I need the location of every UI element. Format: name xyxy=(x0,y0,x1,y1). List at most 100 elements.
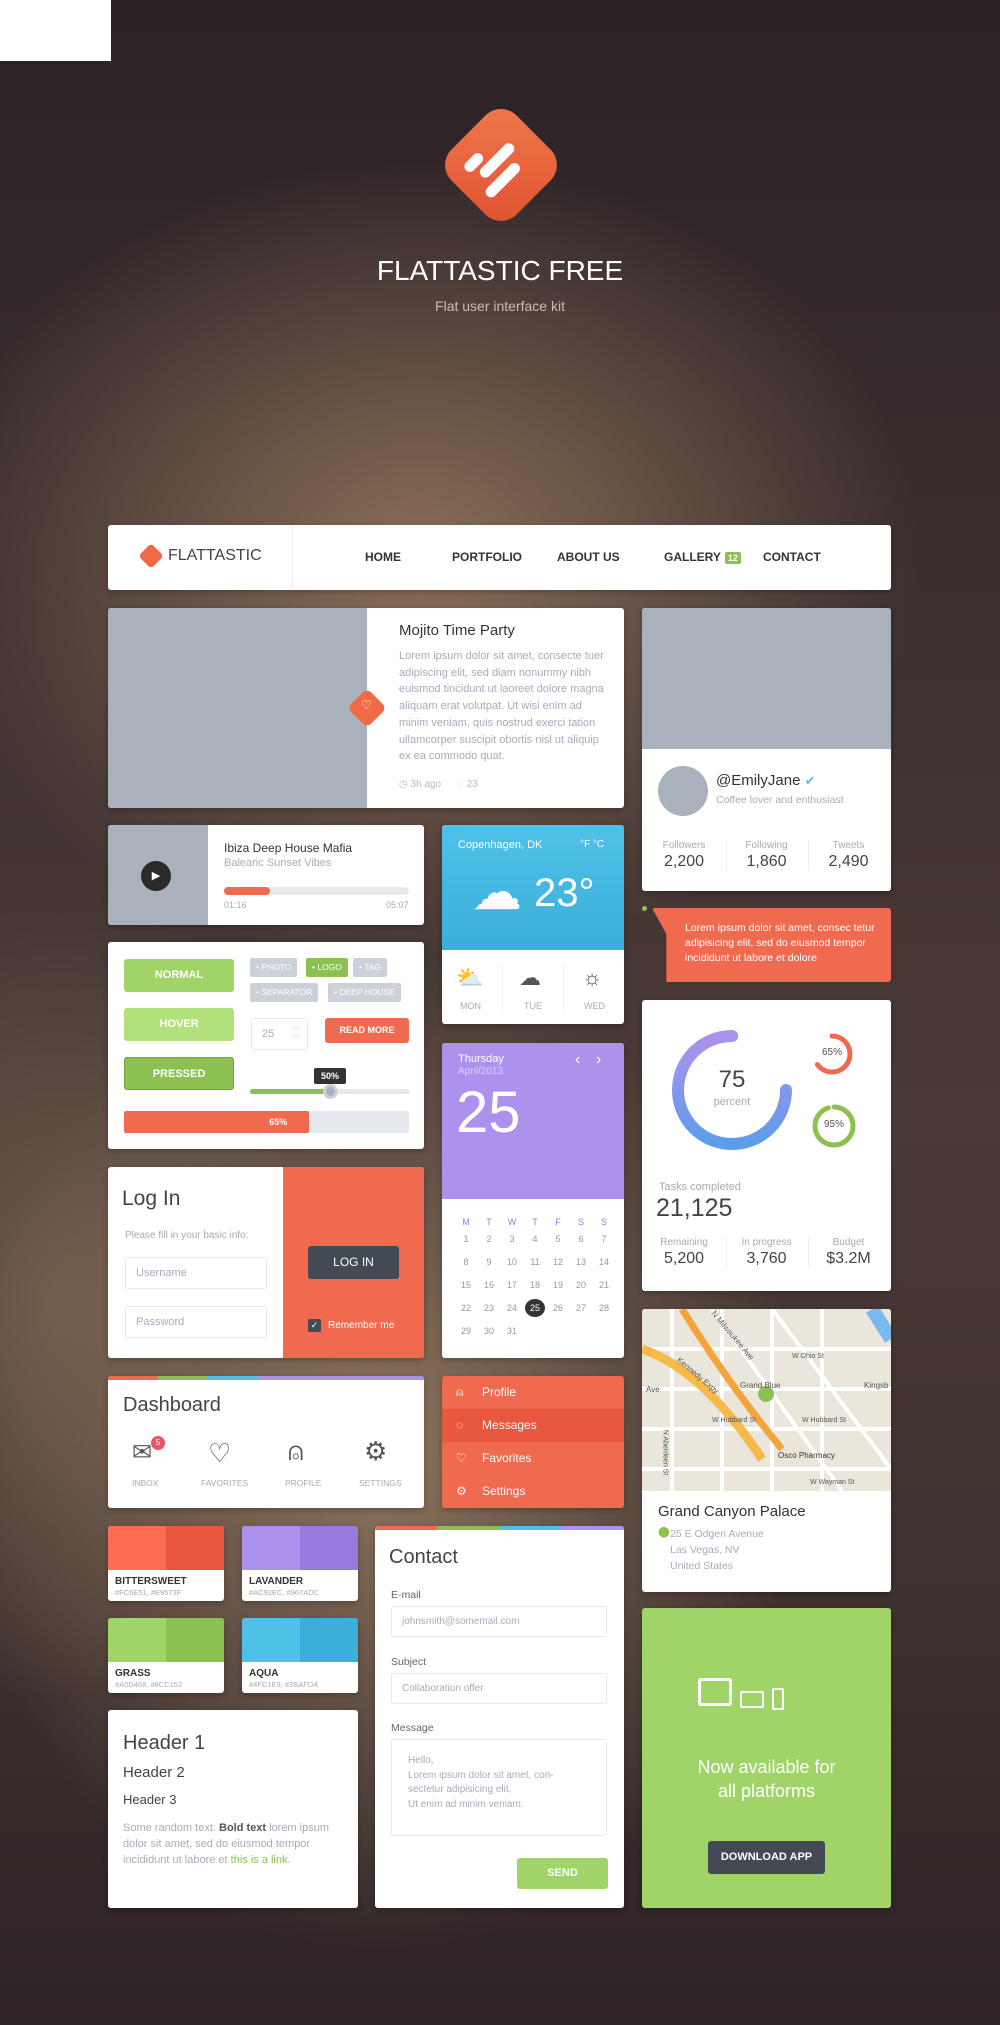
swatch-name: GRASS xyxy=(115,1668,151,1679)
play-button[interactable]: ▶ xyxy=(141,861,171,891)
calendar-day[interactable]: 14 xyxy=(594,1253,614,1271)
calendar-day[interactable]: 23 xyxy=(479,1299,499,1317)
profile-bio: Coffee lover and enthusiast xyxy=(716,794,844,806)
tag-photo[interactable]: • PHOTO xyxy=(250,958,298,977)
calendar-day[interactable]: 20 xyxy=(571,1276,591,1294)
subject-field[interactable]: Collaboration offer xyxy=(391,1673,607,1704)
tag-logo[interactable]: • LOGO xyxy=(306,958,348,977)
sun-icon: ☼ xyxy=(582,965,603,990)
contact-title: Contact xyxy=(389,1546,458,1568)
send-button[interactable]: SEND xyxy=(517,1858,608,1889)
nav-home[interactable]: HOME xyxy=(365,550,401,564)
menu-settings[interactable]: ⚙ Settings xyxy=(442,1475,624,1508)
promo-line: Now available for xyxy=(697,1757,836,1777)
calendar-day[interactable]: 6 xyxy=(571,1230,591,1248)
nav-about[interactable]: ABOUT US xyxy=(557,550,620,564)
calendar-day[interactable]: 9 xyxy=(479,1253,499,1271)
nav-gallery[interactable]: GALLERY 12 xyxy=(664,550,741,564)
progress-fill: 65% xyxy=(124,1111,310,1133)
swatch-hex: #AC92EC, #967ADC xyxy=(249,1588,320,1597)
calendar-day[interactable]: 30 xyxy=(479,1322,499,1340)
text: Some random text. xyxy=(123,1822,219,1834)
slider[interactable] xyxy=(250,1084,410,1099)
avatar[interactable] xyxy=(658,766,708,816)
hover-button[interactable]: HOVER xyxy=(124,1008,234,1041)
calendar-day[interactable]: 24 xyxy=(502,1299,522,1317)
calendar-day[interactable]: 3 xyxy=(502,1230,522,1248)
tag-tag[interactable]: • TAG xyxy=(353,958,388,977)
profile-handle: @EmilyJane ✔ xyxy=(716,772,816,789)
unit-toggle[interactable]: °F °C xyxy=(580,839,604,850)
calendar-day[interactable]: 13 xyxy=(571,1253,591,1271)
message-field[interactable]: Hello, Lorem ipsum dolor sit amet, con-se… xyxy=(391,1739,607,1836)
promo-line: all platforms xyxy=(717,1781,816,1801)
header-2: Header 2 xyxy=(123,1764,185,1781)
elapsed-time: 01:16 xyxy=(224,900,247,910)
calendar-day[interactable]: 26 xyxy=(548,1299,568,1317)
weekday-header: F xyxy=(555,1217,561,1227)
user-icon[interactable]: ⍝ xyxy=(288,1436,304,1468)
calendar-day[interactable]: 10 xyxy=(502,1253,522,1271)
stat-label: Budget xyxy=(832,1237,865,1248)
prev-month-button[interactable]: ‹ xyxy=(575,1051,580,1069)
read-more-button[interactable]: READ MORE xyxy=(325,1018,409,1043)
track-progress[interactable] xyxy=(224,887,409,895)
text-link[interactable]: this is a link. xyxy=(231,1854,291,1866)
tag-deep-house[interactable]: • DEEP HOUSE xyxy=(328,983,401,1002)
nav-portfolio[interactable]: PORTFOLIO xyxy=(452,550,522,564)
menu-messages[interactable]: ◌ Messages xyxy=(442,1409,624,1442)
calendar-day[interactable]: 29 xyxy=(456,1322,476,1340)
calendar-day[interactable]: 28 xyxy=(594,1299,614,1317)
nav-brand[interactable]: FLATTASTIC xyxy=(138,543,262,569)
calendar-day[interactable]: 1 xyxy=(456,1230,476,1248)
calendar-day-selected[interactable]: 25 xyxy=(525,1299,545,1317)
calendar-day[interactable]: 2 xyxy=(479,1230,499,1248)
normal-button[interactable]: NORMAL xyxy=(124,959,234,992)
login-button[interactable]: LOG IN xyxy=(308,1246,399,1279)
nav-contact[interactable]: CONTACT xyxy=(763,550,821,564)
calendar-day[interactable]: 7 xyxy=(594,1230,614,1248)
inbox-button[interactable]: ✉ xyxy=(132,1438,152,1467)
calendar-day[interactable]: 18 xyxy=(525,1276,545,1294)
gear-icon[interactable]: ⚙ xyxy=(364,1436,387,1467)
download-app-button[interactable]: DOWNLOAD APP xyxy=(708,1841,825,1874)
calendar-day[interactable]: 12 xyxy=(548,1253,568,1271)
calendar-day[interactable]: 19 xyxy=(548,1276,568,1294)
post-time-text: 3h ago xyxy=(410,779,442,790)
typography-card: Header 1 Header 2 Header 3 Some random t… xyxy=(108,1710,358,1908)
swatch-bittersweet: BITTERSWEET #FC6E51, #E9573F xyxy=(108,1526,224,1601)
stat-value: 5,200 xyxy=(663,1250,705,1267)
calendar-month: April/2013 xyxy=(458,1066,504,1077)
calendar-day[interactable]: 31 xyxy=(502,1322,522,1340)
calendar-day[interactable]: 22 xyxy=(456,1299,476,1317)
envelope-icon: ✉ xyxy=(132,1439,153,1466)
menu-favorites[interactable]: ♡ Favorites xyxy=(442,1442,624,1475)
pressed-button[interactable]: PRESSED xyxy=(124,1057,234,1090)
username-field[interactable]: Username xyxy=(125,1257,267,1289)
weather-city: Copenhagen, DK xyxy=(458,839,543,851)
calendar-day[interactable]: 16 xyxy=(479,1276,499,1294)
post-comments[interactable]: ◌ 23 xyxy=(458,779,478,790)
number-stepper[interactable]: 25 ︿ ﹀ xyxy=(251,1018,308,1050)
calendar-day[interactable]: 8 xyxy=(456,1253,476,1271)
stat-followers: Followers 2,200 xyxy=(644,840,724,871)
calendar-day[interactable]: 4 xyxy=(525,1230,545,1248)
heart-icon[interactable]: ♡ xyxy=(208,1438,231,1469)
side-menu: ⍝ Profile ◌ Messages ♡ Favorites ⚙ Settings xyxy=(442,1376,624,1508)
calendar-day[interactable]: 21 xyxy=(594,1276,614,1294)
calendar-day[interactable]: 27 xyxy=(571,1299,591,1317)
password-field[interactable]: Password xyxy=(125,1306,267,1338)
menu-profile[interactable]: ⍝ Profile xyxy=(442,1376,624,1409)
next-month-button[interactable]: › xyxy=(596,1051,601,1069)
calendar-day[interactable]: 17 xyxy=(502,1276,522,1294)
remember-checkbox[interactable]: ✓ xyxy=(308,1319,321,1332)
stat-value: 1,860 xyxy=(746,853,787,870)
login-title: Log In xyxy=(122,1187,181,1210)
slider-handle[interactable] xyxy=(323,1084,338,1099)
email-field[interactable]: johnsmith@somemail.com xyxy=(391,1606,607,1637)
tag-separator[interactable]: • SEPARATOR xyxy=(250,983,319,1002)
calendar-day[interactable]: 11 xyxy=(525,1253,545,1271)
calendar-day[interactable]: 5 xyxy=(548,1230,568,1248)
calendar-day[interactable]: 15 xyxy=(456,1276,476,1294)
map[interactable]: N Milwaukee Ave Kennedy Expy Grand Blue … xyxy=(642,1309,891,1493)
